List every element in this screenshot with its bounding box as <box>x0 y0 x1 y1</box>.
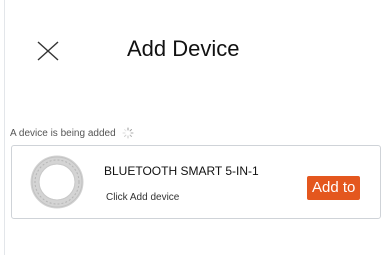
header: Add Device <box>0 0 381 100</box>
close-button[interactable] <box>34 36 62 64</box>
device-card[interactable]: BLUETOOTH SMART 5-IN-1 Click Add device … <box>11 145 381 219</box>
device-name: BLUETOOTH SMART 5-IN-1 <box>104 164 259 178</box>
status-text: A device is being added <box>10 127 116 139</box>
add-device-button[interactable]: Add to <box>307 176 361 200</box>
device-hint: Click Add device <box>106 192 180 203</box>
device-ring-icon <box>30 155 84 209</box>
add-device-screen: Add Device A device is being added BLUET… <box>0 0 381 255</box>
loading-spinner-icon <box>122 127 134 139</box>
close-icon <box>34 36 62 64</box>
page-title: Add Device <box>127 36 240 61</box>
adding-status: A device is being added <box>10 125 134 141</box>
